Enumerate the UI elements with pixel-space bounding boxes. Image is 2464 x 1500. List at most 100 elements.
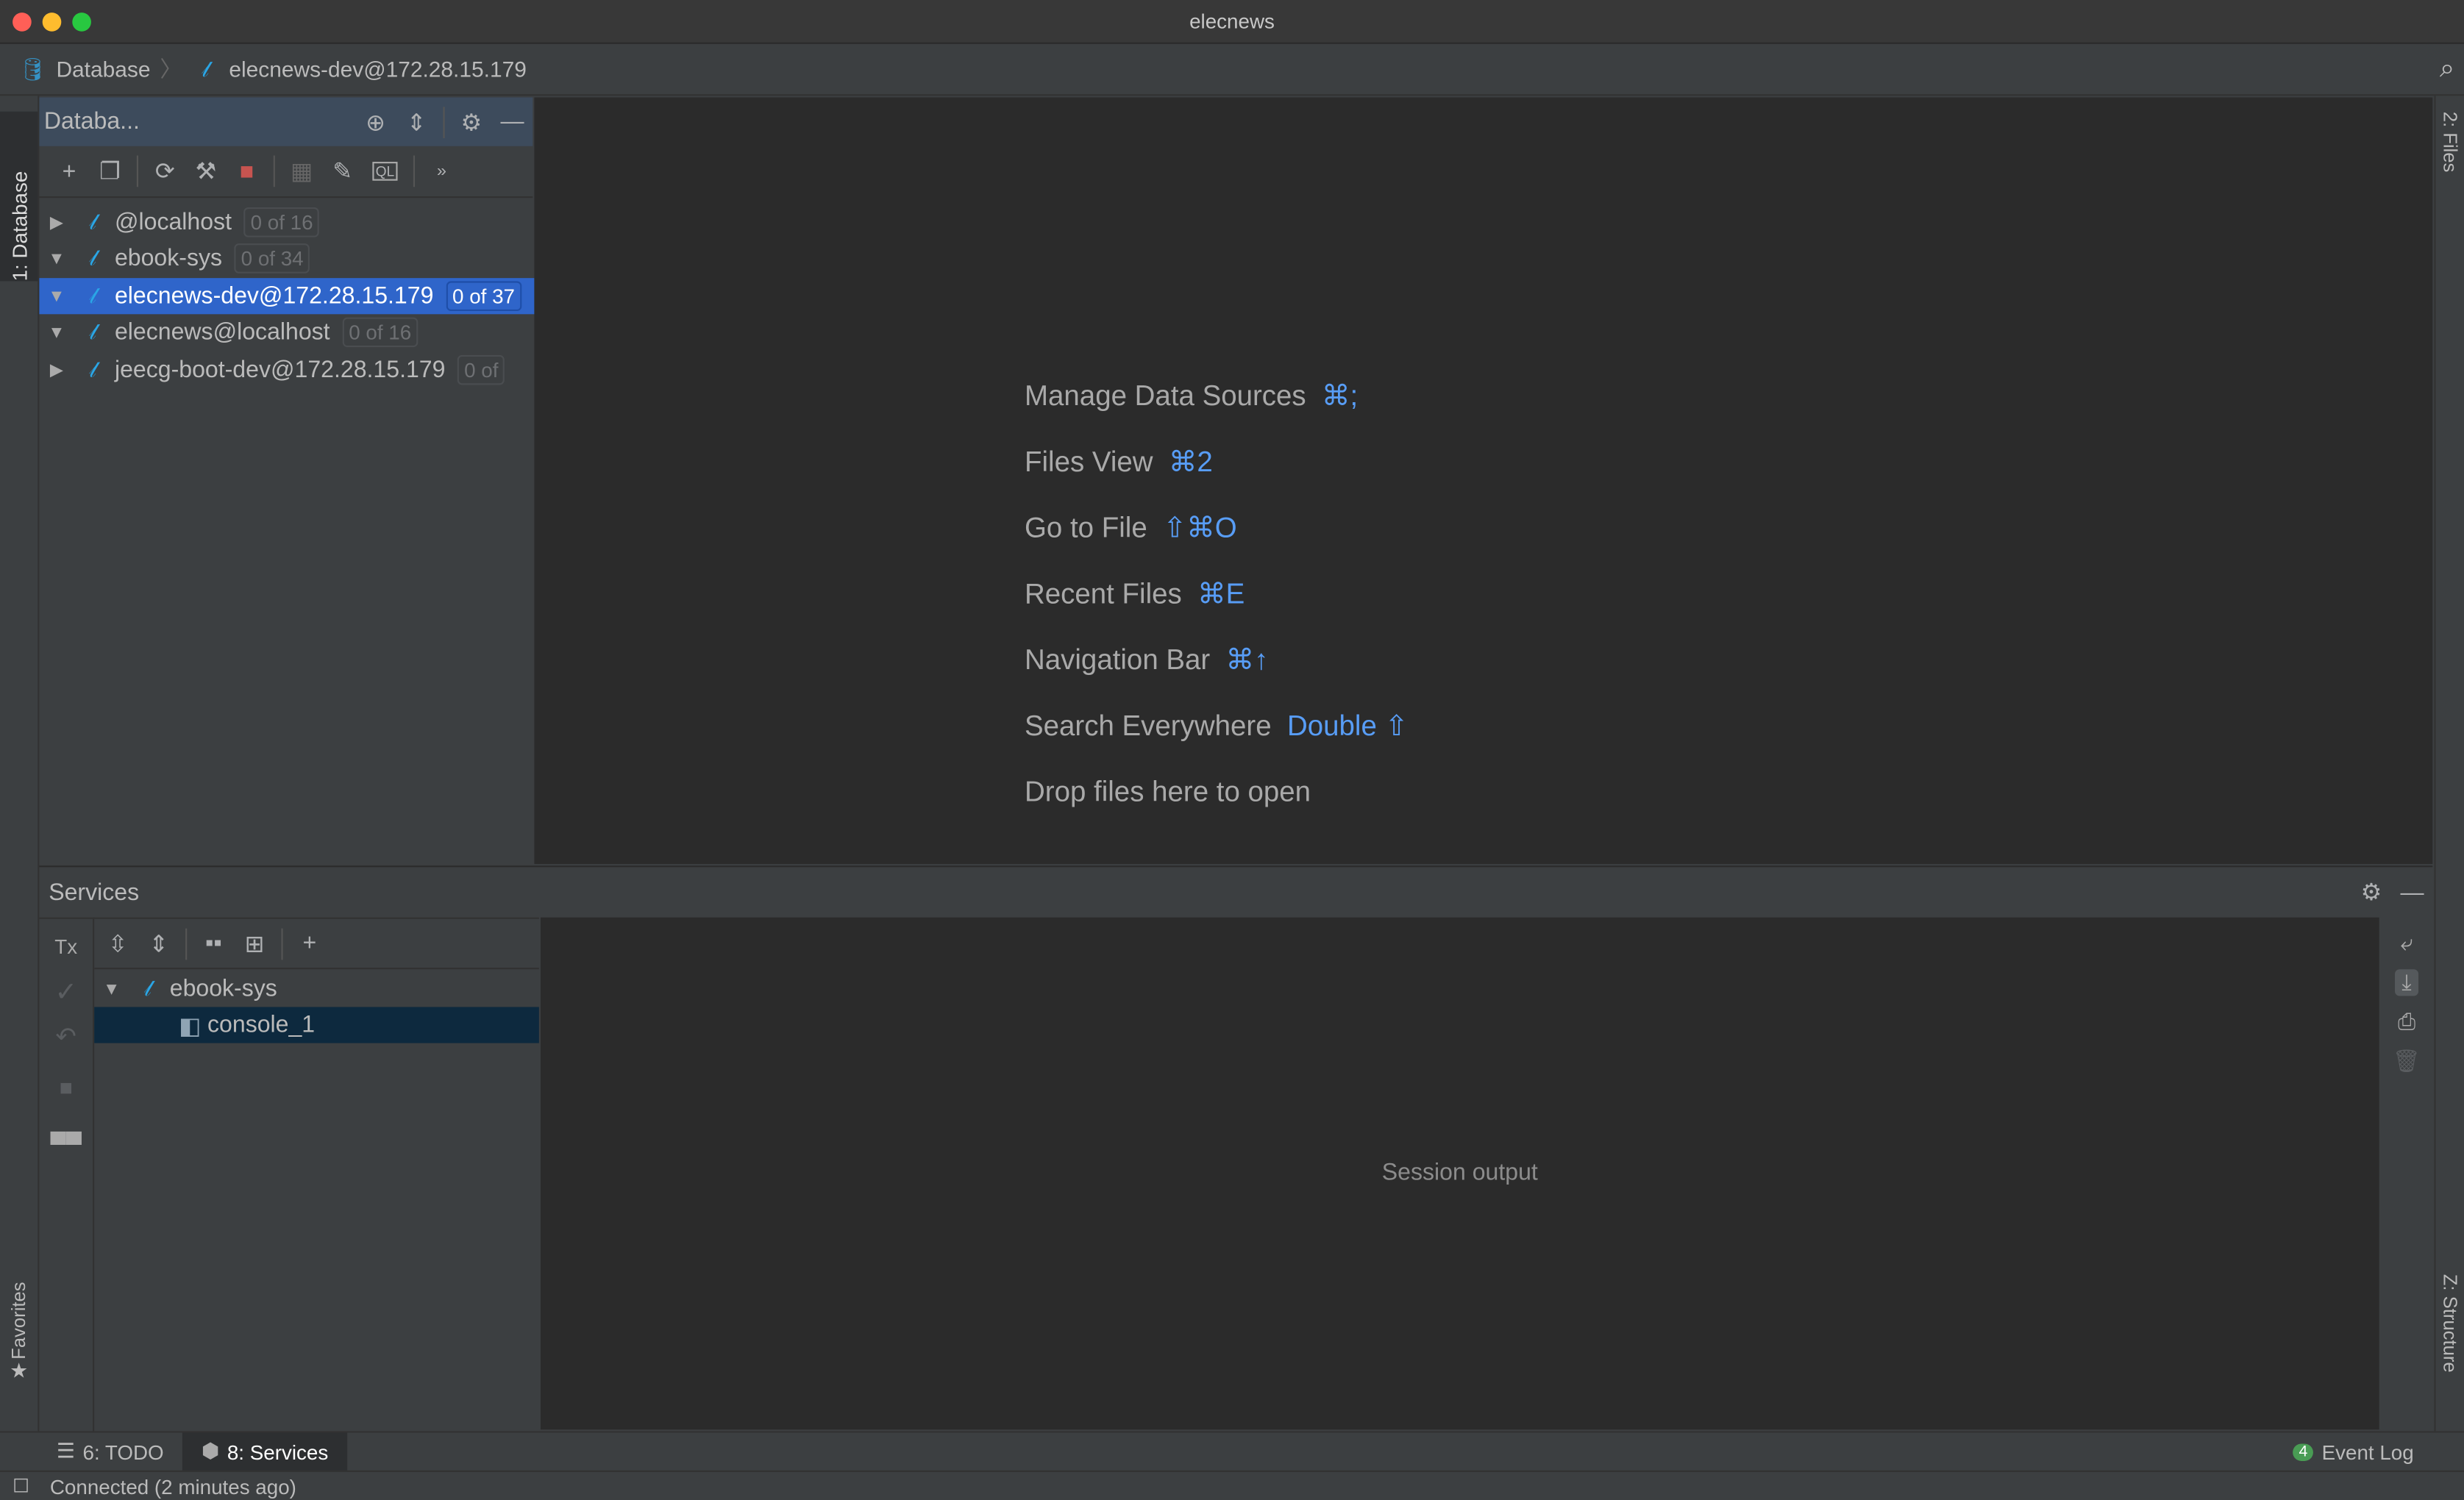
hint-search-everywhere: Search Everywhere Double ⇧ [1024,710,1409,742]
console-icon: ◧ [179,1012,202,1040]
item-count-badge: 0 of 34 [235,243,310,274]
tree-item[interactable]: ▶ 𝓁 @localhost 0 of 16 [39,204,534,240]
console-ql-icon[interactable]: QL [372,162,398,181]
service-tree-item[interactable]: ▼ 𝓁 ebook-sys [94,971,539,1007]
properties-icon[interactable]: ⚒ [185,157,227,185]
item-label: jeecg-boot-dev@172.28.15.179 [114,356,446,384]
hint-recent-files: Recent Files ⌘E [1024,578,1245,610]
item-count-badge: 0 of 16 [342,317,418,348]
mysql-icon: 𝓁 [89,209,97,235]
add-icon[interactable]: + [49,158,90,185]
tab-todo[interactable]: ☰ 6: TODO [57,1432,182,1470]
tab-favorites[interactable]: Favorites ★ [0,1282,38,1385]
hint-go-to-file: Go to File ⇧⌘O [1024,512,1237,544]
event-log-button[interactable]: 4 Event Log [2292,1440,2414,1464]
table-icon[interactable]: ▦ [281,157,322,185]
close-window-button[interactable] [13,12,32,32]
tab-favorites-label: Favorites [7,1282,30,1360]
services-toolbar: ⇳ ⇕ ▪▪ ⊞ + [94,919,539,970]
services-header: Services ⚙ — [39,865,2433,918]
copy-icon[interactable]: ❐ [90,157,131,185]
services-left-toolbar: Tx ✓ ↶ ■ ▀▀ [39,917,95,1432]
hint-drop-files: Drop files here to open [1024,776,1311,808]
tool-window-bar: ☰ 6: TODO ⬢ 8: Services 4 Event Log [0,1431,2464,1471]
collapse-all-icon[interactable]: ⇕ [396,107,437,135]
tab-database-label: 1: Database [7,171,31,282]
group-by-icon[interactable]: ▪▪ [193,930,235,957]
rollback-icon[interactable]: ↶ [55,1021,76,1053]
navigation-bar: 🛢 Database 〉 𝓁 elecnews-dev@172.28.15.17… [0,43,2464,96]
new-tab-icon[interactable]: ⊞ [234,929,275,957]
hint-manage-data-sources: Manage Data Sources ⌘; [1024,380,1359,412]
service-tree-item-selected[interactable]: ◧ console_1 [94,1007,539,1043]
mysql-icon: 𝓁 [202,55,210,82]
stop-icon[interactable]: ■ [60,1074,73,1099]
item-label: console_1 [207,1011,316,1039]
services-title: Services [49,879,140,906]
tab-services[interactable]: ⬢ 8: Services [182,1432,347,1471]
hint-navigation-bar: Navigation Bar ⌘↑ [1024,643,1269,676]
status-text: Connected (2 minutes ago) [49,1474,296,1499]
tree-item[interactable]: ▶ 𝓁 jeecg-boot-dev@172.28.15.179 0 of [39,352,534,388]
right-tool-stripe: 2: Files Z: Structure [2434,96,2464,1432]
mysql-icon: 𝓁 [89,318,97,344]
toggle-tool-windows-icon[interactable]: ☐ [13,1475,29,1497]
session-output-area: Session output [540,917,2379,1430]
tree-item[interactable]: ▼ 𝓁 elecnews@localhost 0 of 16 [39,314,534,350]
tree-item[interactable]: ▼ 𝓁 ebook-sys 0 of 34 [39,240,534,276]
list-icon: ☰ [56,1439,75,1463]
edit-icon[interactable]: ✎ [322,157,363,185]
event-count-badge: 4 [2292,1443,2314,1460]
soft-wrap-icon[interactable]: ⤶ [2401,930,2413,957]
ide-window: elecnews 🛢 Database 〉 𝓁 elecnews-dev@172… [0,0,2464,1499]
tab-files-label: 2: Files [2438,111,2461,173]
collapse-all-icon[interactable]: ⇕ [138,929,179,957]
panel-title: Databa... [43,108,140,135]
breadcrumb-database[interactable]: Database [56,57,150,82]
hide-icon[interactable]: — [2392,879,2433,905]
tab-database[interactable]: 1: Database [0,111,38,282]
tree-item-selected[interactable]: ▼ 𝓁 elecnews-dev@172.28.15.179 0 of 37 [39,278,535,315]
tab-files[interactable]: 2: Files [2439,112,2464,177]
locate-icon[interactable]: ⊕ [355,107,396,135]
gear-icon[interactable]: ⚙ [2351,878,2392,906]
item-count-badge: 0 of 16 [244,207,320,238]
tab-structure[interactable]: Z: Structure [2439,1274,2464,1377]
editor-empty-area: Manage Data Sources ⌘; Files View ⌘2 Go to… [534,97,2433,865]
database-icon: 🛢 [18,55,47,82]
mysql-icon: 𝓁 [89,282,97,308]
commit-icon[interactable]: ✓ [55,977,77,1009]
output-right-toolbar: ⤶ ⤓ ⎙ 🗑 [2381,918,2433,1429]
add-service-icon[interactable]: + [289,930,330,957]
transaction-mode-button[interactable]: Tx [54,935,77,958]
window-title: elecnews [1189,9,1275,33]
item-label: ebook-sys [169,975,277,1003]
refresh-icon[interactable]: ⟳ [145,157,186,185]
database-panel-header: Databa... ⊕ ⇕ ⚙ — [39,97,533,146]
trash-icon[interactable]: 🗑 [2393,1048,2421,1074]
star-icon: ★ [10,1359,29,1383]
item-label: ebook-sys [114,245,223,272]
expand-all-icon[interactable]: ⇳ [97,929,138,957]
tab-services-label: 8: Services [227,1440,329,1464]
item-count-badge: 0 of [457,354,505,385]
mysql-icon: 𝓁 [89,245,97,271]
hide-icon[interactable]: — [492,108,533,135]
database-panel: Databa... ⊕ ⇕ ⚙ — + ❐ ⟳ ⚒ ■ ▦ ✎ QL » ▶ 𝓁 @… [39,97,535,865]
more-icon[interactable]: » [421,162,463,181]
session-output-placeholder: Session output [1381,1159,1538,1187]
database-toolbar: + ❐ ⟳ ⚒ ■ ▦ ✎ QL » [39,146,533,199]
search-icon[interactable]: ⌕ [2440,54,2454,85]
title-bar: elecnews [0,0,2464,44]
minimize-window-button[interactable] [42,12,62,32]
gear-icon[interactable]: ⚙ [451,107,492,135]
print-icon[interactable]: ⎙ [2398,1009,2415,1035]
scroll-to-end-icon[interactable]: ⤓ [2395,969,2418,996]
stop-icon[interactable]: ■ [227,158,268,185]
layout-icon[interactable]: ▀▀ [51,1131,82,1156]
zoom-window-button[interactable] [72,12,91,32]
breadcrumb-datasource[interactable]: elecnews-dev@172.28.15.179 [229,57,527,82]
item-label: @localhost [114,209,232,236]
event-log-label: Event Log [2321,1440,2414,1464]
item-label: elecnews@localhost [114,318,330,346]
